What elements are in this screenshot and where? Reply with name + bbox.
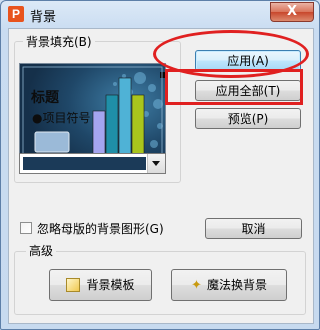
background-template-button[interactable]: 背景模板 — [49, 269, 152, 301]
fill-swatch — [23, 157, 146, 170]
dropdown-arrow-button[interactable] — [147, 154, 165, 173]
magic-wand-icon: ✦ — [191, 277, 202, 293]
omit-master-graphics-checkbox[interactable] — [20, 222, 32, 234]
magic-background-label: 魔法换背景 — [206, 278, 267, 292]
preview-button[interactable]: 预览(P) — [195, 108, 301, 129]
dialog-title: 背景 — [30, 10, 57, 25]
background-template-label: 背景模板 — [86, 278, 135, 292]
cancel-button[interactable]: 取消 — [205, 218, 302, 239]
advanced-label: 高级 — [26, 242, 57, 259]
title-bar[interactable]: P 背景 X — [1, 1, 319, 27]
apply-all-button[interactable]: 应用全部(T) — [195, 80, 301, 101]
preview-heading: 标题 — [31, 90, 59, 106]
apply-button[interactable]: 应用(A) — [195, 50, 301, 71]
preview-bullet-text: ●项目符号 — [32, 111, 91, 125]
magic-background-button[interactable]: ✦ 魔法换背景 — [171, 269, 287, 301]
chevron-down-icon — [152, 161, 160, 166]
omit-master-graphics-label: 忽略母版的背景图形(G) — [37, 222, 164, 236]
template-icon — [66, 277, 81, 292]
close-button[interactable]: X — [270, 2, 314, 22]
fill-color-dropdown[interactable] — [19, 153, 166, 174]
dialog-window: P 背景 X 背景填充(B) 标题 ●项目符号 应用(A) 应用全部(T) 预览… — [0, 0, 320, 330]
wps-presentation-icon: P — [8, 6, 24, 22]
dialog-body: 背景填充(B) 标题 ●项目符号 应用(A) 应用全部(T) 预览(P) 忽略母… — [8, 28, 314, 324]
background-fill-label: 背景填充(B) — [23, 33, 95, 50]
